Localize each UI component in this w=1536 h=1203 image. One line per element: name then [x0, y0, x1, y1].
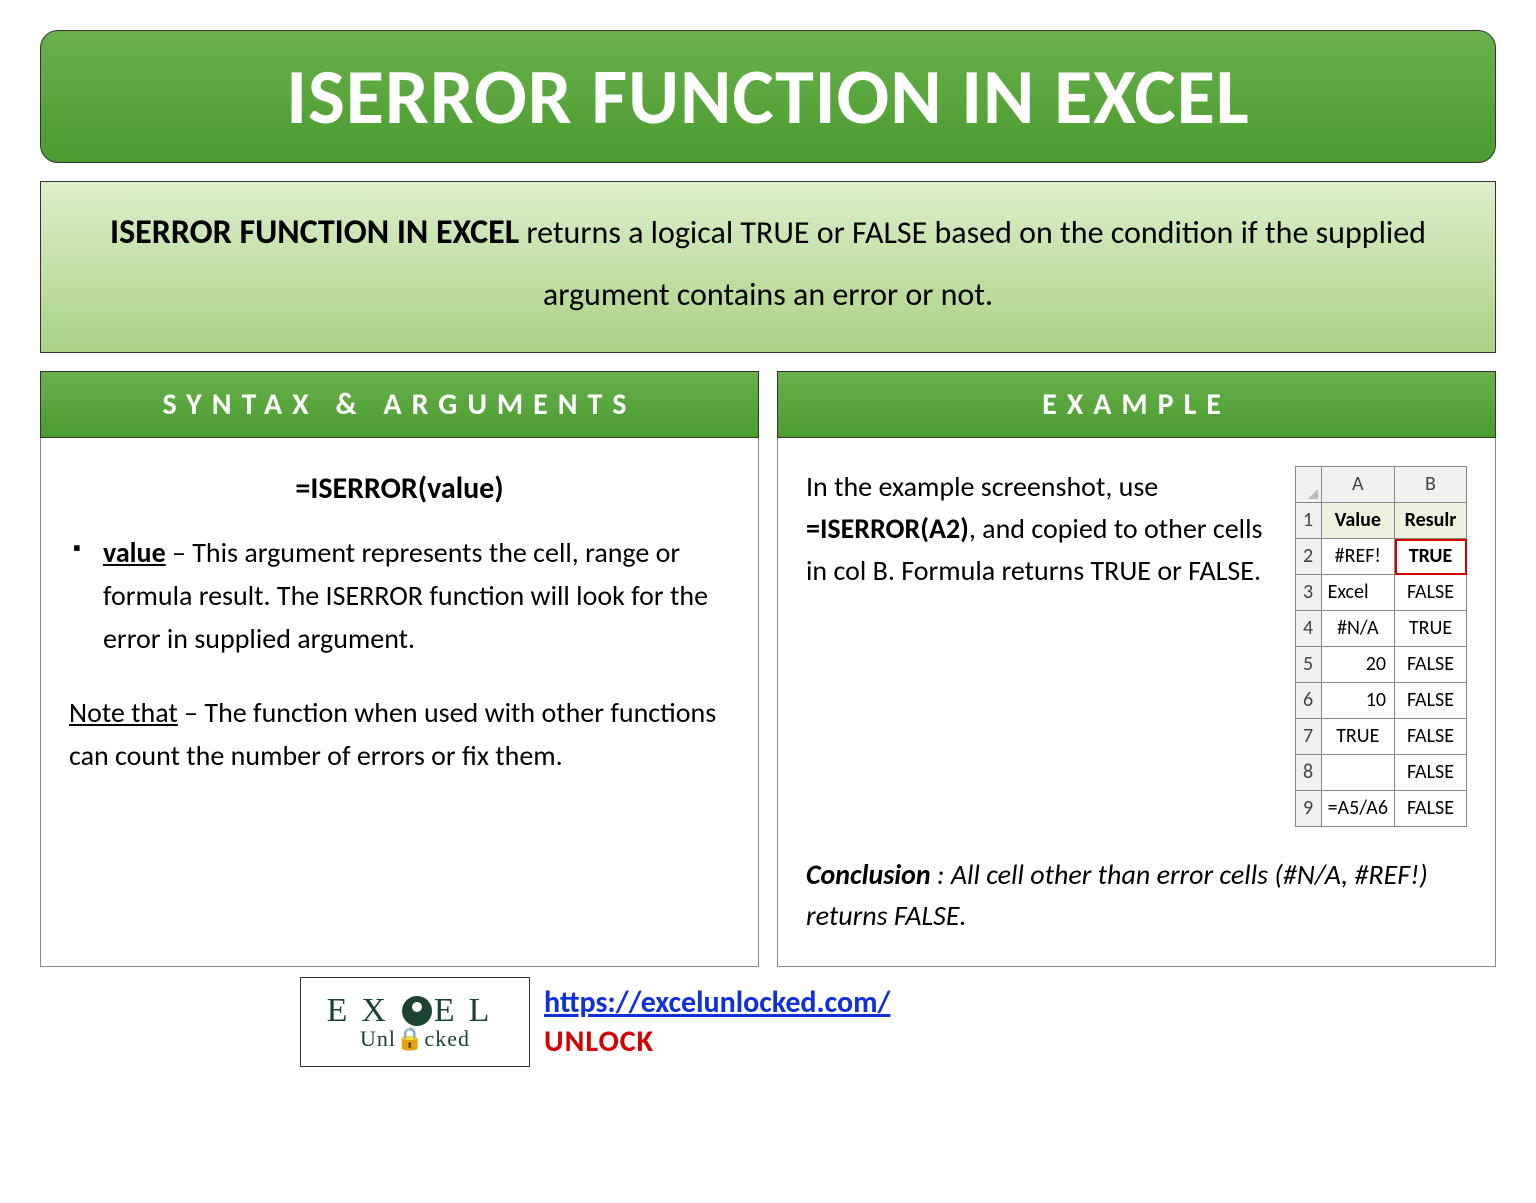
colhead-b: B [1395, 467, 1467, 503]
rowhead: 5 [1295, 647, 1321, 683]
cell-a: TRUE [1321, 719, 1394, 755]
example-text: In the example screenshot, use =ISERROR(… [806, 466, 1279, 592]
rowhead: 6 [1295, 683, 1321, 719]
cell-b: FALSE [1395, 647, 1467, 683]
argument-item: value – This argument represents the cel… [69, 531, 730, 661]
cell-a: 10 [1321, 683, 1394, 719]
argument-list: value – This argument represents the cel… [69, 531, 730, 661]
rowhead: 2 [1295, 539, 1321, 575]
footer: EX EL Unl🔒cked https://excelunlocked.com… [40, 977, 1496, 1067]
cell-b: FALSE [1395, 719, 1467, 755]
cell-b-highlight: TRUE [1395, 539, 1467, 575]
cell-a: Excel [1321, 575, 1394, 611]
syntax-column: SYNTAX & ARGUMENTS =ISERROR(value) value… [40, 371, 759, 967]
lock-icon [402, 996, 432, 1026]
logo-right: EL [434, 992, 504, 1030]
title-banner: ISERROR FUNCTION IN EXCEL [40, 30, 1496, 163]
colhead-a: A [1321, 467, 1394, 503]
description-rest: returns a logical TRUE or FALSE based on… [519, 213, 1426, 314]
rowhead: 4 [1295, 611, 1321, 647]
rowhead: 3 [1295, 575, 1321, 611]
rowhead: 9 [1295, 791, 1321, 827]
example-formula: =ISERROR(A2) [806, 511, 969, 546]
conclusion: Conclusion : All cell other than error c… [806, 855, 1467, 936]
page-title: ISERROR FUNCTION IN EXCEL [61, 49, 1475, 144]
description-lead: ISERROR FUNCTION IN EXCEL [110, 212, 519, 253]
logo-bottom: Unl🔒cked [360, 1026, 470, 1052]
rowhead: 1 [1295, 503, 1321, 539]
cell-b: FALSE [1395, 575, 1467, 611]
syntax-formula: =ISERROR(value) [69, 466, 730, 513]
rowhead: 8 [1295, 755, 1321, 791]
conclusion-lead: Conclusion [806, 857, 931, 892]
argument-name: value [103, 535, 166, 570]
logo: EX EL Unl🔒cked [300, 977, 530, 1067]
excel-table: A B 1 Value Resulr 2 #REF! TRUE 3 [1295, 466, 1467, 827]
cell-b: FALSE [1395, 683, 1467, 719]
table-header-b: Resulr [1395, 503, 1467, 539]
example-column: EXAMPLE In the example screenshot, use =… [777, 371, 1496, 967]
cell-a [1321, 755, 1394, 791]
rowhead: 7 [1295, 719, 1321, 755]
syntax-body: =ISERROR(value) value – This argument re… [40, 438, 759, 967]
table-header-a: Value [1321, 503, 1394, 539]
example-text1: In the example screenshot, use [806, 469, 1158, 504]
argument-desc: – This argument represents the cell, ran… [103, 535, 708, 657]
cell-a: #N/A [1321, 611, 1394, 647]
cell-a: =A5/A6 [1321, 791, 1394, 827]
logo-top: EX EL [327, 992, 504, 1030]
description-box: ISERROR FUNCTION IN EXCEL returns a logi… [40, 181, 1496, 353]
cell-b: TRUE [1395, 611, 1467, 647]
example-body: In the example screenshot, use =ISERROR(… [777, 438, 1496, 967]
cell-b: FALSE [1395, 791, 1467, 827]
example-header: EXAMPLE [777, 371, 1496, 438]
syntax-header: SYNTAX & ARGUMENTS [40, 371, 759, 438]
note-lead: Note that [69, 695, 178, 730]
footer-link[interactable]: https://excelunlocked.com/ [544, 984, 890, 1021]
table-corner [1295, 467, 1321, 503]
footer-unlock: UNLOCK [544, 1023, 890, 1060]
cell-a: 20 [1321, 647, 1394, 683]
cell-b: FALSE [1395, 755, 1467, 791]
cell-a: #REF! [1321, 539, 1394, 575]
syntax-note: Note that – The function when used with … [69, 691, 730, 778]
logo-left: EX [327, 992, 400, 1030]
